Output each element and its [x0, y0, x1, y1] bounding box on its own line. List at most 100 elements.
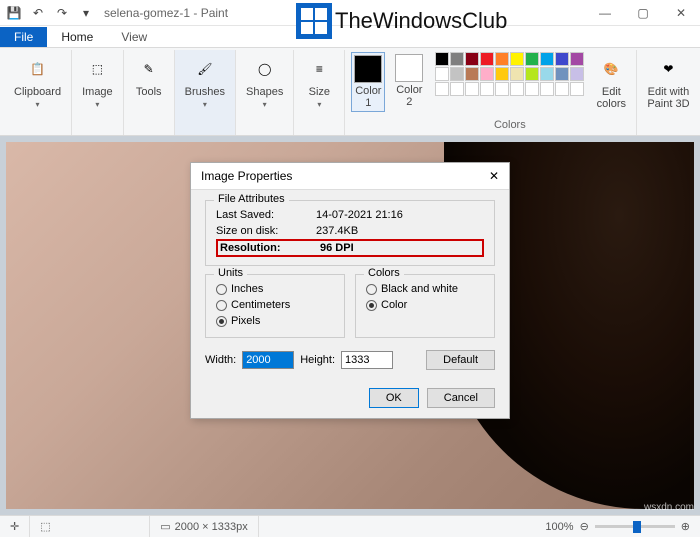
shapes-button[interactable]: ◯Shapes: [242, 52, 287, 111]
group-tools: ✎Tools: [124, 50, 175, 135]
color-swatch[interactable]: [510, 82, 524, 96]
edit-colors-button[interactable]: 🎨Edit colors: [592, 52, 630, 112]
image-properties-dialog: Image Properties ✕ File Attributes Last …: [190, 162, 510, 419]
minimize-button[interactable]: —: [586, 0, 624, 26]
color-swatch[interactable]: [525, 67, 539, 81]
save-icon[interactable]: 💾: [4, 3, 24, 23]
color2-swatch: [395, 54, 423, 82]
color-swatch[interactable]: [495, 82, 509, 96]
watermark: wsxdn.com: [644, 502, 694, 513]
paste-icon: 📋: [23, 54, 53, 84]
group-clipboard: 📋Clipboard: [4, 50, 72, 135]
color-swatch[interactable]: [480, 52, 494, 66]
color-swatch[interactable]: [450, 52, 464, 66]
radio-color[interactable]: Color: [366, 297, 484, 313]
cancel-button[interactable]: Cancel: [427, 388, 495, 408]
group-size: ≡Size: [294, 50, 345, 135]
color-swatch[interactable]: [555, 52, 569, 66]
paint3d-button[interactable]: ❤Edit with Paint 3D: [643, 52, 693, 112]
zoom-out-button[interactable]: ⊖: [580, 520, 589, 533]
color-swatch[interactable]: [495, 67, 509, 81]
tab-home[interactable]: Home: [47, 27, 107, 47]
group-colors: Color 1 Color 2 Colors 🎨Edit colors: [345, 50, 637, 135]
tools-button[interactable]: ✎Tools: [130, 52, 168, 100]
color-swatch[interactable]: [525, 52, 539, 66]
color-swatch[interactable]: [510, 52, 524, 66]
dialog-close-icon[interactable]: ✕: [489, 169, 499, 183]
close-button[interactable]: ✕: [662, 0, 700, 26]
size-button[interactable]: ≡Size: [300, 52, 338, 111]
resolution-value: 96 DPI: [320, 242, 354, 254]
size-on-disk-value: 237.4KB: [316, 225, 358, 237]
ok-button[interactable]: OK: [369, 388, 419, 408]
group-paint3d: ❤Edit with Paint 3D: [637, 50, 699, 135]
selection-size: ⬚: [30, 516, 150, 537]
color-swatch[interactable]: [570, 52, 584, 66]
redo-icon[interactable]: ↷: [52, 3, 72, 23]
color-swatch[interactable]: [465, 82, 479, 96]
window-title: selena-gomez-1 - Paint: [104, 6, 228, 20]
brush-icon: 🖌: [190, 54, 220, 84]
status-bar: ✛ ⬚ ▭ 2000 × 1333px 100% ⊖ ⊕: [0, 515, 700, 537]
last-saved-value: 14-07-2021 21:16: [316, 209, 403, 221]
color-swatch[interactable]: [570, 67, 584, 81]
color-palette[interactable]: [435, 52, 584, 96]
color-swatch[interactable]: [480, 82, 494, 96]
paint3d-icon: ❤: [653, 54, 683, 84]
color-swatch[interactable]: [435, 67, 449, 81]
color2-button[interactable]: Color 2: [391, 52, 427, 112]
color-swatch[interactable]: [555, 82, 569, 96]
qat-customize-icon[interactable]: ▾: [76, 3, 96, 23]
maximize-button[interactable]: ▢: [624, 0, 662, 26]
color-swatch[interactable]: [480, 67, 494, 81]
tab-file[interactable]: File: [0, 27, 47, 47]
color-swatch[interactable]: [465, 52, 479, 66]
dialog-titlebar: Image Properties ✕: [191, 163, 509, 190]
color-swatch[interactable]: [540, 67, 554, 81]
group-brushes: 🖌Brushes: [175, 50, 236, 135]
default-button[interactable]: Default: [426, 350, 495, 370]
last-saved-label: Last Saved:: [216, 209, 316, 221]
color1-button[interactable]: Color 1: [351, 52, 385, 112]
image-button[interactable]: ⬚Image: [78, 52, 117, 111]
brushes-button[interactable]: 🖌Brushes: [181, 52, 229, 111]
width-label: Width:: [205, 354, 236, 366]
color-swatch[interactable]: [495, 52, 509, 66]
resolution-label: Resolution:: [220, 242, 320, 254]
undo-icon[interactable]: ↶: [28, 3, 48, 23]
zoom-in-button[interactable]: ⊕: [681, 520, 690, 533]
height-input[interactable]: [341, 351, 393, 369]
size-icon: ≡: [304, 54, 334, 84]
color-swatch[interactable]: [510, 67, 524, 81]
radio-pixels[interactable]: Pixels: [216, 313, 334, 329]
color-swatch[interactable]: [435, 52, 449, 66]
select-icon: ⬚: [82, 54, 112, 84]
width-input[interactable]: [242, 351, 294, 369]
color-swatch[interactable]: [540, 52, 554, 66]
clipboard-button[interactable]: 📋Clipboard: [10, 52, 65, 111]
file-attributes-group: File Attributes Last Saved:14-07-2021 21…: [205, 200, 495, 266]
radio-bw[interactable]: Black and white: [366, 281, 484, 297]
colors-group: Colors Black and white Color: [355, 274, 495, 338]
units-legend: Units: [214, 267, 247, 279]
units-group: Units Inches Centimeters Pixels: [205, 274, 345, 338]
color-swatch[interactable]: [450, 82, 464, 96]
windows-logo-icon: [296, 3, 332, 39]
tab-view[interactable]: View: [107, 27, 161, 47]
radio-centimeters[interactable]: Centimeters: [216, 297, 334, 313]
color-swatch[interactable]: [465, 67, 479, 81]
window-controls: — ▢ ✕: [586, 0, 700, 26]
file-attributes-legend: File Attributes: [214, 193, 289, 205]
zoom-controls: 100% ⊖ ⊕: [545, 520, 700, 533]
color-swatch[interactable]: [435, 82, 449, 96]
colors-legend: Colors: [364, 267, 404, 279]
color-swatch[interactable]: [540, 82, 554, 96]
color-swatch[interactable]: [525, 82, 539, 96]
color-swatch[interactable]: [570, 82, 584, 96]
color-swatch[interactable]: [555, 67, 569, 81]
color-swatch[interactable]: [450, 67, 464, 81]
group-shapes: ◯Shapes: [236, 50, 294, 135]
radio-inches[interactable]: Inches: [216, 281, 334, 297]
quick-access-toolbar: 💾 ↶ ↷ ▾: [0, 3, 96, 23]
zoom-slider[interactable]: [595, 525, 675, 528]
